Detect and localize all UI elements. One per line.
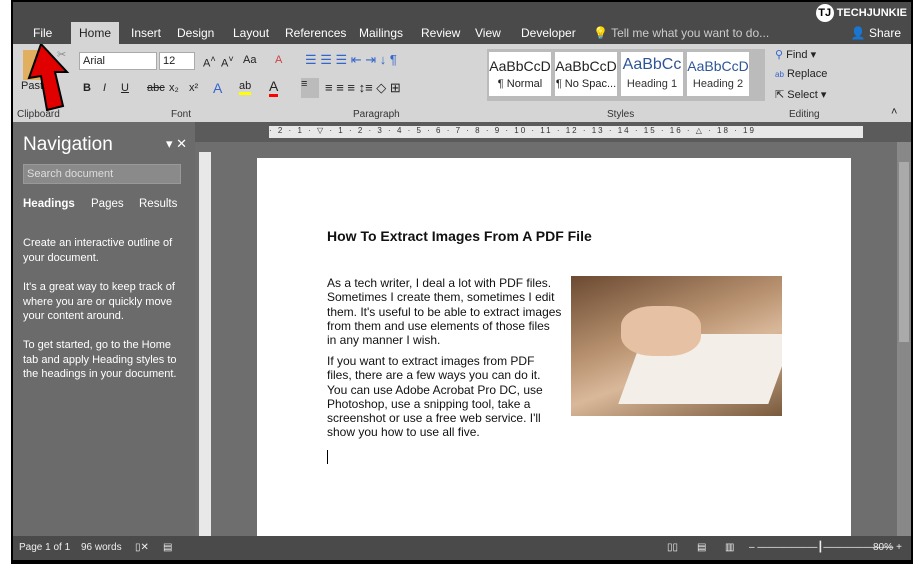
tab-review[interactable]: Review	[413, 22, 468, 44]
read-mode-icon[interactable]: ▯▯	[667, 536, 678, 560]
vertical-ruler[interactable]	[199, 152, 211, 542]
tab-insert[interactable]: Insert	[123, 22, 169, 44]
macro-icon[interactable]: ▤	[163, 536, 172, 560]
change-case-button[interactable]: Aa	[243, 54, 256, 66]
zoom-level[interactable]: 80%	[873, 536, 893, 560]
person-icon: 👤	[850, 26, 866, 40]
paragraph-group-label: Paragraph	[353, 109, 400, 120]
page-count[interactable]: Page 1 of 1	[19, 536, 70, 560]
tab-mailings[interactable]: Mailings	[351, 22, 411, 44]
alignment-icons[interactable]: ≡ ≡ ≡ ↕≡ ◇ ⊞	[325, 80, 401, 96]
font-color-icon[interactable]: A	[269, 78, 279, 97]
scrollbar-thumb[interactable]	[899, 162, 909, 342]
nav-hint: Create an interactive outline of your do…	[23, 237, 173, 264]
paragraph: As a tech writer, I deal a lot with PDF …	[327, 276, 562, 348]
tell-me-text: Tell me what you want to do...	[611, 26, 770, 40]
bullets-icon[interactable]: ☰ ☰ ☰ ⇤ ⇥ ↓ ¶	[305, 52, 397, 68]
document-page[interactable]: How To Extract Images From A PDF File As…	[257, 158, 851, 548]
text-effects-icon[interactable]: A	[213, 80, 222, 96]
find-button[interactable]: ⚲ Find ▾	[775, 48, 816, 61]
ribbon-tabs: File Home Insert Design Layout Reference…	[13, 2, 911, 44]
document-area: How To Extract Images From A PDF File As…	[195, 142, 911, 548]
share-label: Share	[868, 26, 901, 40]
tab-layout[interactable]: Layout	[225, 22, 277, 44]
vertical-scrollbar[interactable]	[897, 142, 911, 536]
clipboard-group-label: Clipboard	[17, 109, 60, 120]
superscript-button[interactable]: x²	[189, 82, 198, 94]
proofing-icon[interactable]: ▯✕	[135, 536, 149, 560]
tab-home[interactable]: Home	[71, 22, 120, 44]
close-icon[interactable]: ▾ ✕	[166, 136, 187, 152]
style-no-spacing[interactable]: AaBbCcD ¶ No Spac...	[555, 52, 617, 96]
cursor-icon: ⇱	[775, 89, 785, 101]
font-group-label: Font	[171, 109, 192, 120]
subscript-button[interactable]: x₂	[169, 82, 179, 94]
nav-hint: It's a great way to keep track of where …	[23, 281, 175, 322]
nav-hint: To get started, go to the Home tab and a…	[23, 339, 177, 380]
word-count[interactable]: 96 words	[81, 536, 122, 560]
word-window: File Home Insert Design Layout Reference…	[11, 0, 913, 564]
search-document-input[interactable]: Search document	[23, 164, 181, 184]
select-button[interactable]: ⇱ Select ▾	[775, 88, 826, 101]
shrink-font-icon[interactable]: A˅	[221, 54, 234, 70]
tab-references[interactable]: References	[277, 22, 354, 44]
tab-design[interactable]: Design	[169, 22, 222, 44]
tab-view[interactable]: View	[467, 22, 509, 44]
font-name-select[interactable]: Arial	[79, 52, 157, 70]
replace-button[interactable]: ab Replace	[775, 68, 827, 80]
highlight-icon[interactable]: ab	[239, 80, 252, 95]
editing-group-label: Editing	[789, 109, 820, 120]
bold-button[interactable]: B	[83, 82, 91, 94]
web-layout-icon[interactable]: ▥	[725, 536, 734, 560]
horizontal-ruler[interactable]: · 2 · 1 · ▽ · 1 · 2 · 3 · 4 · 5 · 6 · 7 …	[269, 126, 863, 138]
print-layout-icon[interactable]: ▤	[697, 536, 706, 560]
style-heading-2[interactable]: AaBbCcD Heading 2	[687, 52, 749, 96]
font-size-select[interactable]: 12	[159, 52, 195, 70]
collapse-ribbon-icon[interactable]: ˄	[891, 106, 897, 118]
search-icon: ⚲	[775, 49, 784, 61]
strikethrough-button[interactable]: abc	[147, 82, 165, 94]
document-title: How To Extract Images From A PDF File	[327, 228, 592, 244]
hand-writing-photo[interactable]	[571, 276, 782, 416]
lightbulb-icon: 💡	[593, 26, 608, 40]
grow-font-icon[interactable]: A˄	[203, 54, 216, 70]
tab-headings[interactable]: Headings	[23, 198, 75, 210]
status-bar: Page 1 of 1 96 words ▯✕ ▤ ▯▯ ▤ ▥ – —————…	[13, 536, 911, 560]
navigation-pane: Navigation ▾ ✕ Search document Headings …	[13, 122, 195, 536]
underline-button[interactable]: U	[121, 82, 129, 94]
red-arrow-icon	[27, 44, 70, 112]
ribbon: Paste ✂ Clipboard Arial 12 A˄ A˅ Aa A B …	[13, 44, 911, 122]
text-cursor	[327, 450, 328, 464]
style-heading-1[interactable]: AaBbCc Heading 1	[621, 52, 683, 96]
align-left-icon[interactable]: ≡	[301, 78, 319, 98]
tab-pages[interactable]: Pages	[91, 198, 124, 210]
tab-developer[interactable]: Developer	[513, 22, 584, 44]
italic-button[interactable]: I	[103, 82, 106, 94]
styles-group-label: Styles	[607, 109, 635, 120]
tab-results[interactable]: Results	[139, 198, 177, 210]
style-normal[interactable]: AaBbCcD ¶ Normal	[489, 52, 551, 96]
replace-icon: ab	[775, 70, 784, 79]
techjunkie-logo: TJ TECHJUNKIE	[815, 4, 907, 22]
tab-file[interactable]: File	[25, 22, 60, 44]
paragraph: If you want to extract images from PDF f…	[327, 354, 543, 440]
tell-me-input[interactable]: 💡 Tell me what you want to do...	[593, 22, 769, 44]
clear-format-icon[interactable]: A	[275, 54, 282, 66]
share-button[interactable]: 👤 Share	[851, 22, 901, 44]
navigation-title: Navigation	[23, 134, 113, 155]
